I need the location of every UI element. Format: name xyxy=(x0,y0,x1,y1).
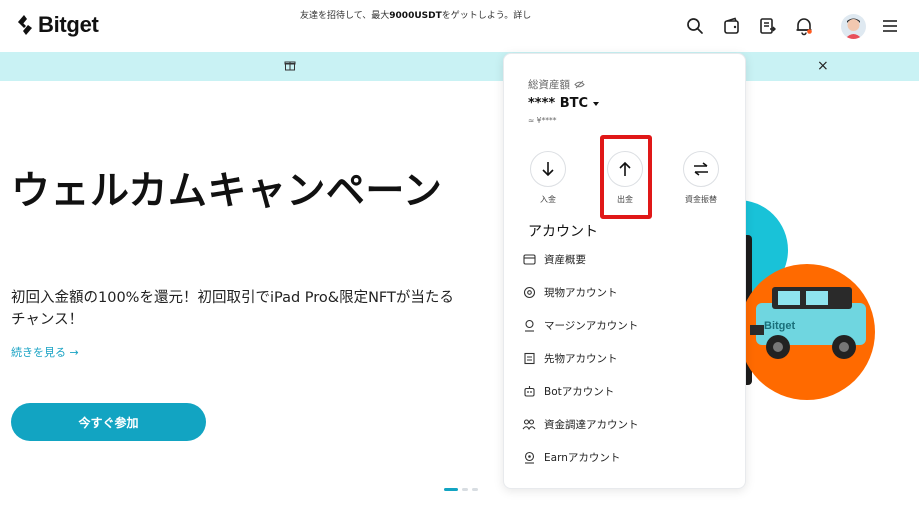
bot-icon xyxy=(522,384,536,398)
search-icon[interactable] xyxy=(683,14,707,38)
carousel-dot[interactable] xyxy=(472,488,478,491)
deposit-button[interactable]: 入金 xyxy=(518,151,578,205)
hero-title: ウェルカムキャンペーン xyxy=(11,169,443,214)
accounts-section-title: アカウント xyxy=(528,224,598,240)
banner-text-before: 友達を招待して、最大 xyxy=(300,11,390,21)
banner-amount: 9000USDT xyxy=(389,11,442,21)
overview-icon xyxy=(522,252,536,266)
account-item-earn[interactable]: Earnアカウント xyxy=(522,446,620,468)
banner-text-after: をゲットしよう。詳し xyxy=(441,11,532,21)
deposit-label: 入金 xyxy=(540,195,556,204)
transfer-icon xyxy=(683,151,719,187)
account-item-spot[interactable]: 現物アカウント xyxy=(522,281,618,303)
arrow-down-icon xyxy=(530,151,566,187)
avatar[interactable] xyxy=(841,14,866,39)
brand-name: Bitget xyxy=(38,12,99,37)
account-item-label: 資産概要 xyxy=(544,253,586,266)
account-item-overview[interactable]: 資産概要 xyxy=(522,248,586,270)
notification-dot xyxy=(807,29,812,34)
transfer-label: 資金振替 xyxy=(685,195,717,204)
bitget-logo-icon xyxy=(18,15,32,35)
balance-selector[interactable]: **** BTC xyxy=(528,96,600,111)
futures-icon xyxy=(522,351,536,365)
svg-text:Bitget: Bitget xyxy=(764,320,796,332)
account-item-label: Earnアカウント xyxy=(544,451,621,464)
account-item-margin[interactable]: マージンアカウント xyxy=(522,314,638,336)
join-now-button[interactable]: 今すぐ参加 xyxy=(11,403,206,441)
account-item-label: 現物アカウント xyxy=(544,286,618,299)
account-item-label: マージンアカウント xyxy=(544,319,639,332)
transfer-button[interactable]: 資金振替 xyxy=(671,151,731,205)
account-item-label: Botアカウント xyxy=(544,385,615,398)
orders-icon[interactable] xyxy=(756,14,780,38)
earn-icon xyxy=(522,450,536,464)
hero-subtitle: 初回入金額の100%を還元！初回取引でiPad Pro&限定NFTが当たるチャン… xyxy=(11,290,454,328)
eye-off-icon[interactable] xyxy=(574,80,585,89)
read-more-link[interactable]: 続きを見る → xyxy=(11,344,79,360)
balance-approx: ≈ ¥**** xyxy=(528,116,557,125)
margin-icon xyxy=(522,318,536,332)
total-assets-label: 総資産額 xyxy=(528,77,585,92)
assets-dropdown-panel: 総資産額 **** BTC ≈ ¥**** 入金 出金 資金振替 アカウント 資… xyxy=(503,53,746,489)
funding-icon xyxy=(522,417,536,431)
spot-icon xyxy=(522,285,536,299)
referral-banner xyxy=(0,52,919,81)
account-item-bot[interactable]: Botアカウント xyxy=(522,380,614,402)
account-item-label: 資金調達アカウント xyxy=(544,418,639,431)
menu-icon[interactable] xyxy=(878,14,902,38)
bell-icon[interactable] xyxy=(792,14,816,38)
carousel-dot[interactable] xyxy=(444,488,458,491)
total-assets-text: 総資産額 xyxy=(528,79,570,91)
carousel-dot[interactable] xyxy=(462,488,468,491)
account-item-futures[interactable]: 先物アカウント xyxy=(522,347,618,369)
account-item-funding[interactable]: 資金調達アカウント xyxy=(522,413,639,435)
withdraw-highlight-box xyxy=(600,135,652,219)
caret-down-icon xyxy=(593,101,600,106)
balance-value: **** BTC xyxy=(528,96,589,111)
gift-icon xyxy=(284,61,296,71)
banner-text[interactable]: 友達を招待して、最大9000USDTをゲットしよう。詳し xyxy=(300,8,531,21)
account-item-label: 先物アカウント xyxy=(544,352,618,365)
carousel-dots xyxy=(444,488,478,491)
bitget-logo[interactable]: Bitget xyxy=(16,12,99,38)
wallet-icon[interactable] xyxy=(720,14,744,38)
banner-close-button[interactable]: × xyxy=(817,58,829,74)
